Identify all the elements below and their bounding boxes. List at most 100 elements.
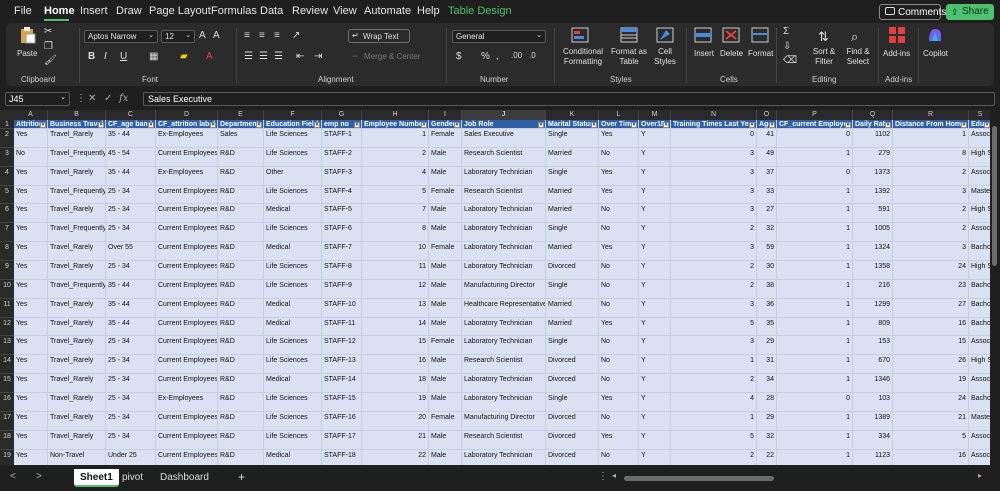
table-cell[interactable]: High S	[969, 147, 990, 167]
table-cell[interactable]: 1389	[853, 411, 893, 431]
table-cell[interactable]: 34	[757, 374, 777, 394]
add-sheet-button[interactable]: +	[232, 469, 251, 487]
table-cell[interactable]: 1	[671, 355, 757, 375]
table-cell[interactable]: 10	[362, 242, 429, 262]
tab-insert[interactable]: Insert	[80, 5, 108, 17]
tab-home[interactable]: Home	[44, 5, 75, 17]
table-cell[interactable]: Y	[639, 129, 671, 148]
table-cell[interactable]: Medical	[264, 317, 322, 337]
column-header-l[interactable]: L	[599, 110, 639, 120]
table-cell[interactable]: Current Employees	[156, 374, 218, 394]
table-cell[interactable]: Current Employees	[156, 204, 218, 224]
table-cell[interactable]: Yes	[14, 336, 48, 356]
table-cell[interactable]: Male	[429, 261, 462, 280]
sheet-tab-pivot[interactable]: pivot	[116, 469, 149, 487]
table-cell[interactable]: 26	[893, 355, 969, 375]
table-cell[interactable]: 1	[777, 298, 853, 318]
table-cell[interactable]: Male	[429, 279, 462, 299]
table-cell[interactable]: Laboratory Technician	[462, 261, 546, 280]
scroll-left-icon[interactable]: ◂	[612, 471, 616, 480]
table-cell[interactable]: 3	[671, 185, 757, 205]
table-cell[interactable]: 29	[757, 411, 777, 431]
table-cell[interactable]: Manufacturing Director	[462, 411, 546, 431]
table-cell[interactable]: 7	[362, 204, 429, 224]
table-cell[interactable]: Y	[639, 242, 671, 262]
table-cell[interactable]: Life Sciences	[264, 430, 322, 450]
formula-input[interactable]: Sales Executive	[143, 92, 995, 106]
table-cell[interactable]: No	[599, 279, 639, 299]
table-cell[interactable]: 35 - 44	[106, 279, 156, 299]
table-cell[interactable]: Yes	[14, 242, 48, 262]
autosum-icon[interactable]: Σ	[783, 26, 789, 37]
table-cell[interactable]: Travel_Frequently	[48, 147, 106, 167]
table-cell[interactable]: Current Employees	[156, 147, 218, 167]
table-cell[interactable]: Laboratory Technician	[462, 393, 546, 412]
clear-icon[interactable]: ⌫	[783, 55, 797, 66]
table-cell[interactable]: Current Employees	[156, 336, 218, 356]
table-cell[interactable]: Y	[639, 185, 671, 205]
table-cell[interactable]: STAFF-2	[322, 147, 362, 167]
table-cell[interactable]: 20	[362, 411, 429, 431]
table-cell[interactable]: Yes	[14, 317, 48, 337]
table-header-cell[interactable]: Business Travel ▾	[48, 120, 106, 129]
table-cell[interactable]: Non-Travel	[48, 449, 106, 465]
table-cell[interactable]: Single	[546, 129, 599, 148]
find-select-button[interactable]: Find & Select	[843, 47, 873, 67]
table-cell[interactable]: 14	[362, 317, 429, 337]
next-sheet-icon[interactable]: >	[36, 471, 42, 482]
table-cell[interactable]: 33	[757, 185, 777, 205]
number-format-dropdown[interactable]: General ⌄	[452, 30, 546, 43]
font-size-dropdown[interactable]: 12 ⌄	[161, 30, 195, 43]
table-cell[interactable]: Life Sciences	[264, 261, 322, 280]
table-cell[interactable]: 1358	[853, 261, 893, 280]
table-cell[interactable]: Single	[546, 166, 599, 186]
spreadsheet-grid[interactable]: ABCDEFGHIJKLMNOPQRS 1 2 3 4 5 6 7 8 9 10 11 12 13 14 1…	[0, 110, 990, 465]
increase-indent-icon[interactable]: ⇥	[314, 51, 322, 62]
table-cell[interactable]: 11	[362, 261, 429, 280]
table-cell[interactable]: 2	[362, 147, 429, 167]
table-cell[interactable]: Single	[546, 393, 599, 412]
column-header-o[interactable]: O	[757, 110, 777, 120]
table-cell[interactable]: Ex-Employees	[156, 166, 218, 186]
table-header-cell[interactable]: CF_age band ▾	[106, 120, 156, 129]
table-cell[interactable]: Male	[429, 204, 462, 224]
align-middle-icon[interactable]: ≡	[259, 30, 265, 41]
table-cell[interactable]: Bachc	[969, 242, 990, 262]
table-header-cell[interactable]: Marital Status ▾	[546, 120, 599, 129]
filter-dropdown-icon[interactable]: ▾	[538, 122, 544, 128]
table-header-cell[interactable]: Job Role ▾	[462, 120, 546, 129]
borders-icon[interactable]: ▦	[149, 51, 158, 62]
filter-dropdown-icon[interactable]: ▾	[845, 122, 851, 128]
table-cell[interactable]: No	[599, 223, 639, 243]
table-cell[interactable]: Travel_Rarely	[48, 242, 106, 262]
column-header-p[interactable]: P	[777, 110, 853, 120]
scrollbar-thumb[interactable]	[992, 126, 997, 266]
table-cell[interactable]: 1	[777, 204, 853, 224]
table-cell[interactable]: Y	[639, 411, 671, 431]
table-cell[interactable]: Life Sciences	[264, 336, 322, 356]
table-cell[interactable]: R&D	[218, 336, 264, 356]
filter-dropdown-icon[interactable]: ▾	[885, 122, 891, 128]
table-cell[interactable]: Yes	[14, 261, 48, 280]
table-header-cell[interactable]: Distance From Home ▾	[893, 120, 969, 129]
table-cell[interactable]: 2	[671, 449, 757, 465]
table-cell[interactable]: 591	[853, 204, 893, 224]
table-cell[interactable]: 22	[362, 449, 429, 465]
table-cell[interactable]: 25 - 34	[106, 261, 156, 280]
table-cell[interactable]: R&D	[218, 242, 264, 262]
table-cell[interactable]: STAFF-13	[322, 355, 362, 375]
delete-button[interactable]: Delete	[720, 49, 743, 58]
filter-dropdown-icon[interactable]: ▾	[769, 122, 775, 128]
table-cell[interactable]: 1	[362, 129, 429, 148]
table-cell[interactable]: Life Sciences	[264, 411, 322, 431]
select-all-corner[interactable]	[0, 110, 14, 120]
row-header[interactable]: 4	[0, 166, 14, 186]
table-cell[interactable]: 32	[757, 430, 777, 450]
orientation-icon[interactable]: ↗	[292, 30, 300, 41]
table-cell[interactable]: High S	[969, 204, 990, 224]
table-cell[interactable]: R&D	[218, 430, 264, 450]
row-header[interactable]: 13	[0, 336, 14, 356]
table-cell[interactable]: 3	[671, 336, 757, 356]
table-cell[interactable]: Married	[546, 204, 599, 224]
table-cell[interactable]: 1	[777, 261, 853, 280]
